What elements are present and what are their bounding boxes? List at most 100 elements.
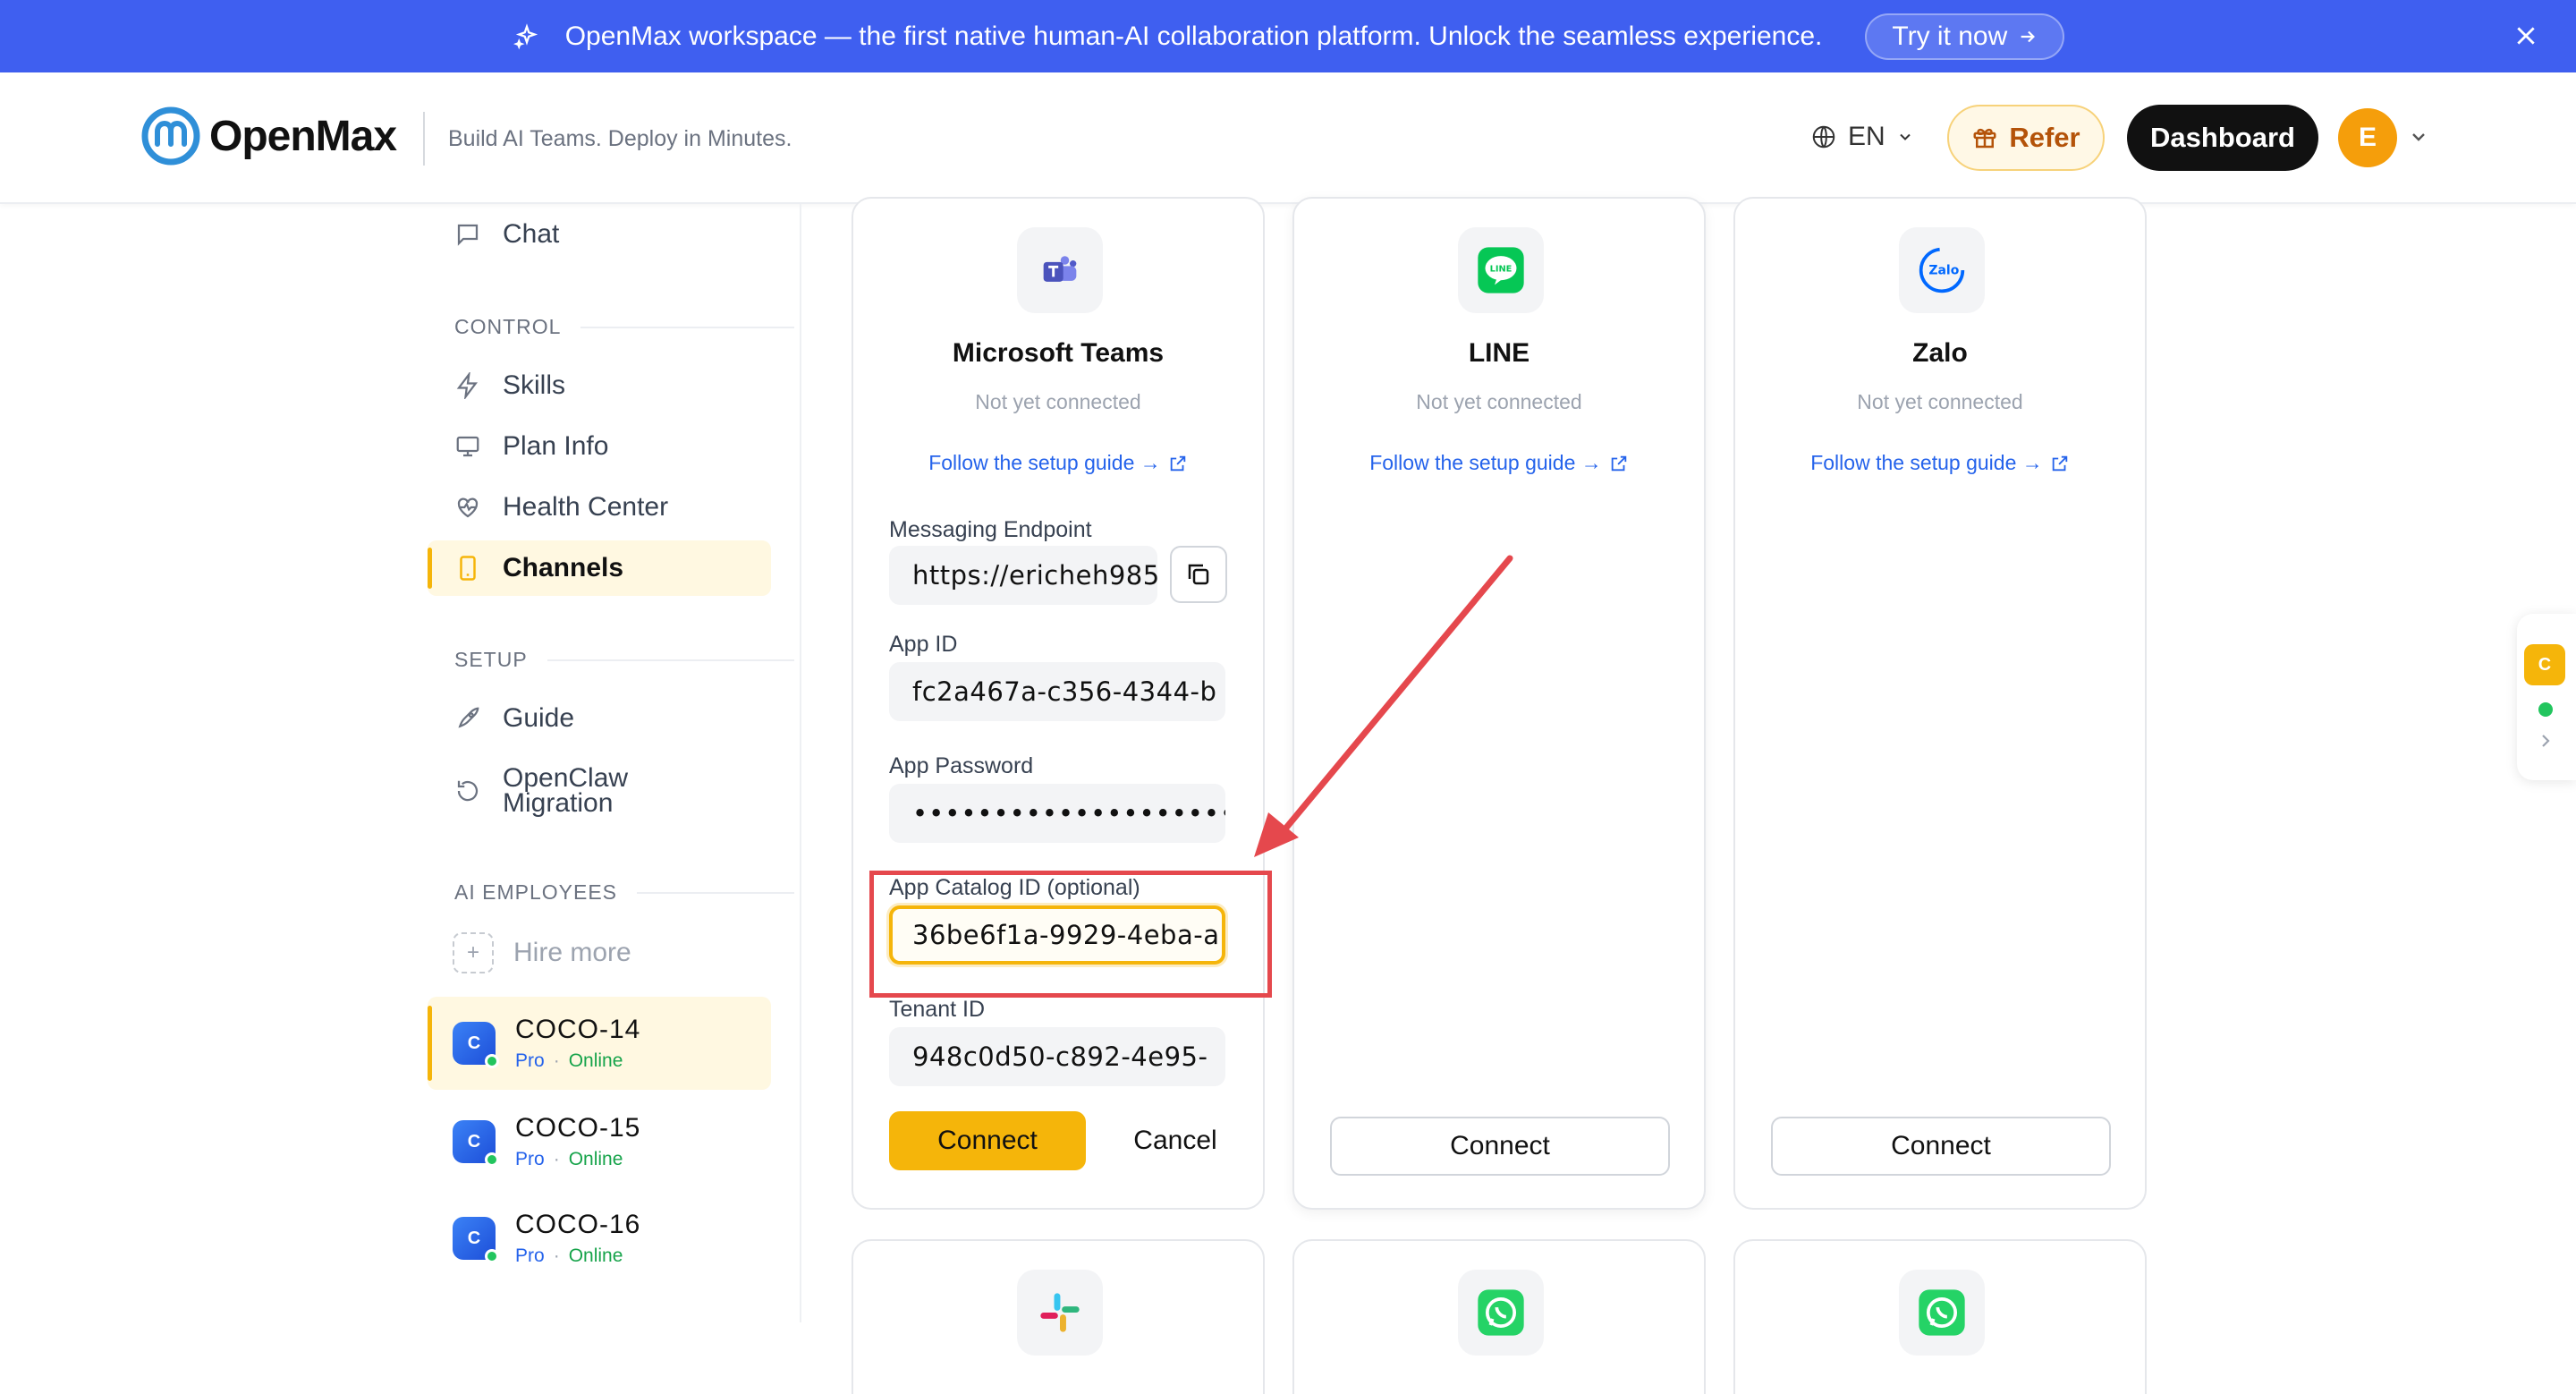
- channel-status: Not yet connected: [1416, 390, 1582, 413]
- sidebar-item-label: Guide: [503, 703, 575, 733]
- arrow-right-icon: [2021, 30, 2036, 42]
- sidebar-item-plan-info[interactable]: Plan Info: [428, 419, 771, 474]
- sparkle-icon: [512, 21, 542, 52]
- employee-status: Online: [568, 1050, 623, 1071]
- connect-button[interactable]: Connect: [889, 1111, 1086, 1170]
- tenant-id-label: Tenant ID: [889, 997, 986, 1022]
- channel-card-line: LINE LINE Not yet connected Follow the s…: [1292, 197, 1706, 1210]
- annotation-highlight-box: [869, 871, 1272, 998]
- connect-button[interactable]: Connect: [1771, 1117, 2111, 1176]
- language-selector[interactable]: EN: [1810, 122, 1914, 152]
- channel-card-zalo: Zalo Zalo Not yet connected Follow the s…: [1733, 197, 2147, 1210]
- zalo-icon: Zalo: [1899, 227, 1985, 313]
- rotate-icon: [453, 776, 483, 806]
- channel-card-whatsapp: [1292, 1239, 1706, 1394]
- section-title: SETUP: [454, 648, 528, 671]
- setup-guide-link[interactable]: Follow the setup guide →: [1735, 451, 2145, 475]
- online-dot: [2538, 702, 2553, 717]
- rocket-icon: [453, 703, 483, 734]
- sidebar-item-label: Skills: [503, 370, 566, 400]
- online-dot: [485, 1249, 499, 1263]
- sidebar-item-openclaw-migration[interactable]: OpenClaw Migration: [428, 759, 771, 823]
- svg-text:LINE: LINE: [1490, 265, 1513, 275]
- microsoft-teams-icon: [1017, 227, 1103, 313]
- close-banner-icon[interactable]: [2510, 20, 2542, 52]
- sidebar-item-guide[interactable]: Guide: [428, 691, 771, 746]
- messaging-endpoint-field[interactable]: https://ericheh985.a: [889, 546, 1157, 605]
- channel-status: Not yet connected: [975, 390, 1141, 413]
- promo-banner: OpenMax workspace — the first native hum…: [0, 0, 2576, 72]
- employee-coco-16[interactable]: C COCO-16 Pro · Online: [428, 1192, 771, 1285]
- copy-endpoint-button[interactable]: [1170, 546, 1227, 603]
- top-header: OpenMax Build AI Teams. Deploy in Minute…: [0, 72, 2576, 204]
- chevron-down-icon: [1899, 133, 1911, 140]
- openmax-logo[interactable]: OpenMax: [141, 106, 397, 166]
- copy-icon: [1188, 564, 1209, 585]
- app-password-label: App Password: [889, 753, 1034, 778]
- section-title: CONTROL: [454, 315, 562, 338]
- connect-button[interactable]: Connect: [1330, 1117, 1670, 1176]
- app-id-label: App ID: [889, 632, 958, 657]
- sidebar-item-health-center[interactable]: Health Center: [428, 480, 771, 535]
- setup-guide-link[interactable]: Follow the setup guide →: [853, 451, 1263, 475]
- employee-name: COCO-15: [515, 1113, 641, 1143]
- sidebar-item-channels[interactable]: Channels: [428, 540, 771, 596]
- app-password-field[interactable]: ••••••••••••••••••••••: [889, 784, 1225, 843]
- bolt-icon: [453, 370, 483, 401]
- svg-text:Zalo: Zalo: [1928, 264, 1959, 278]
- section-setup: SETUP: [454, 648, 794, 672]
- floating-assistant-widget[interactable]: C: [2517, 614, 2576, 780]
- sidebar-item-skills[interactable]: Skills: [428, 358, 771, 413]
- line-icon: LINE: [1458, 227, 1544, 313]
- setup-guide-link[interactable]: Follow the setup guide →: [1294, 451, 1704, 475]
- refer-label: Refer: [2009, 122, 2080, 153]
- employee-plan: Pro: [515, 1149, 545, 1169]
- hire-more-button[interactable]: + Hire more: [453, 932, 631, 973]
- section-title: AI EMPLOYEES: [454, 880, 618, 904]
- whatsapp-icon: [1458, 1270, 1544, 1356]
- sidebar-item-label: Chat: [503, 219, 560, 249]
- app-id-field[interactable]: fc2a467a-c356-4344-b: [889, 662, 1225, 721]
- sidebar-item-chat[interactable]: Chat: [428, 207, 771, 262]
- cancel-button[interactable]: Cancel: [1113, 1111, 1238, 1170]
- external-link-icon: [1611, 455, 1627, 471]
- chevron-right-icon[interactable]: [2535, 730, 2556, 752]
- globe-icon: [1812, 125, 1835, 149]
- try-it-now-button[interactable]: Try it now: [1865, 13, 2065, 60]
- employee-coco-15[interactable]: C COCO-15 Pro · Online: [428, 1095, 771, 1188]
- channel-title: LINE: [1468, 338, 1530, 368]
- annotation-arrow: [1254, 555, 1513, 857]
- employee-plan: Pro: [515, 1050, 545, 1071]
- try-it-now-label: Try it now: [1892, 21, 2008, 51]
- channel-title: Microsoft Teams: [952, 338, 1165, 368]
- monitor-icon: [453, 431, 483, 462]
- sidebar-item-label: Health Center: [503, 492, 669, 522]
- channel-title: Zalo: [1912, 338, 1968, 368]
- employee-avatar: C: [453, 1120, 499, 1167]
- tenant-id-field[interactable]: 948c0d50-c892-4e95-: [889, 1027, 1225, 1086]
- employee-plan: Pro: [515, 1245, 545, 1266]
- section-ai-employees: AI EMPLOYEES: [454, 880, 794, 905]
- sidebar-item-label: OpenClaw Migration: [503, 763, 629, 818]
- chat-icon: [453, 219, 483, 250]
- setup-guide-label: Follow the setup guide →: [928, 451, 1161, 474]
- refer-button[interactable]: Refer: [1947, 105, 2105, 171]
- channel-card-whatsapp-business: [1733, 1239, 2147, 1394]
- employee-name: COCO-14: [515, 1015, 641, 1044]
- employee-name: COCO-16: [515, 1210, 641, 1239]
- channel-card-microsoft-teams: Microsoft Teams Not yet connected Follow…: [852, 197, 1265, 1210]
- employee-avatar: C: [453, 1217, 499, 1263]
- sidebar: Chat CONTROL Skills Plan Info Health Cen…: [428, 204, 801, 1322]
- employee-coco-14[interactable]: C COCO-14 Pro · Online: [428, 997, 771, 1090]
- section-control: CONTROL: [454, 315, 794, 339]
- plus-icon: +: [453, 932, 494, 973]
- account-menu-chevron-icon[interactable]: [2408, 126, 2429, 148]
- online-dot: [485, 1054, 499, 1068]
- language-label: EN: [1848, 122, 1885, 151]
- channel-status: Not yet connected: [1857, 390, 2023, 413]
- setup-guide-label: Follow the setup guide →: [1369, 451, 1602, 474]
- logo-text: OpenMax: [209, 112, 397, 160]
- dashboard-button[interactable]: Dashboard: [2127, 105, 2318, 171]
- user-avatar[interactable]: E: [2338, 108, 2397, 167]
- sidebar-item-label: Plan Info: [503, 431, 609, 461]
